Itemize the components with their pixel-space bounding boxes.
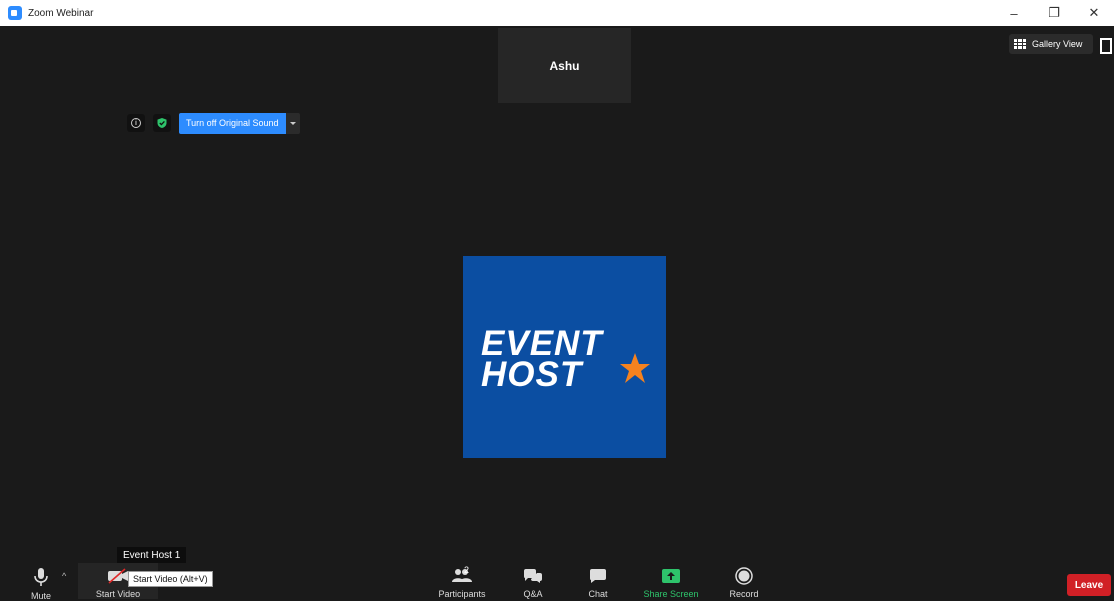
- start-video-label: Start Video: [95, 589, 141, 599]
- gallery-view-button[interactable]: Gallery View: [1009, 34, 1093, 54]
- participant-tile[interactable]: Ashu: [498, 28, 631, 103]
- close-button[interactable]: ✕: [1074, 0, 1114, 26]
- microphone-icon: [30, 567, 52, 587]
- fullscreen-icon[interactable]: [1098, 36, 1114, 54]
- record-icon: [733, 567, 755, 585]
- share-screen-label: Share Screen: [643, 589, 699, 599]
- record-label: Record: [729, 589, 759, 599]
- sound-dropdown-button[interactable]: [285, 112, 300, 134]
- mute-button[interactable]: Mute: [28, 563, 54, 601]
- minimize-button[interactable]: –: [994, 0, 1034, 26]
- zoom-logo-icon: [8, 6, 22, 20]
- event-host-logo: EVENT HOST: [463, 256, 666, 458]
- window-controls: – ❐ ✕: [994, 0, 1114, 26]
- restore-button[interactable]: ❐: [1034, 0, 1074, 26]
- start-video-tooltip: Start Video (Alt+V): [128, 571, 213, 587]
- chat-button[interactable]: Chat: [580, 563, 616, 599]
- turn-off-original-sound-button[interactable]: Turn off Original Sound: [179, 112, 286, 134]
- title-bar: Zoom Webinar – ❐ ✕: [0, 0, 1114, 26]
- gallery-view-label: Gallery View: [1032, 39, 1083, 49]
- chat-label: Chat: [588, 589, 608, 599]
- original-sound-bar: i Turn off Original Sound: [127, 112, 300, 134]
- qa-label: Q&A: [523, 589, 543, 599]
- logo-text: EVENT HOST: [481, 324, 603, 394]
- participants-button[interactable]: 2 Participants: [434, 563, 490, 599]
- share-screen-button[interactable]: Share Screen: [640, 563, 702, 599]
- qa-button[interactable]: Q&A: [515, 563, 551, 599]
- window-title: Zoom Webinar: [28, 7, 94, 19]
- qa-icon: [522, 567, 544, 585]
- star-icon: [620, 353, 650, 383]
- audio-options-caret-icon[interactable]: ^: [62, 571, 72, 581]
- active-speaker-label: Event Host 1: [117, 547, 187, 564]
- info-icon[interactable]: i: [127, 114, 145, 132]
- chat-icon: [587, 567, 609, 585]
- participants-icon: [451, 567, 473, 585]
- participants-label: Participants: [438, 589, 486, 599]
- video-off-icon: [107, 567, 129, 585]
- mute-label: Mute: [30, 591, 51, 601]
- shield-icon[interactable]: [153, 114, 171, 132]
- participant-name: Ashu: [549, 58, 580, 73]
- leave-button[interactable]: Leave: [1067, 574, 1111, 596]
- record-button[interactable]: Record: [724, 563, 764, 599]
- grid-icon: [1014, 39, 1026, 49]
- participants-count: 2: [464, 565, 470, 575]
- share-screen-icon: [660, 567, 682, 585]
